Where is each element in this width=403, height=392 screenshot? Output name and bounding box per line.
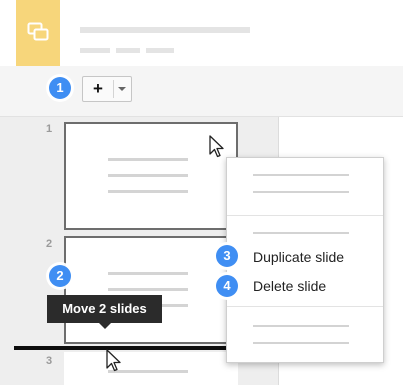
thumbnail-text-line: [108, 174, 188, 177]
menu-placeholder: [146, 48, 174, 53]
slide-number: 3: [46, 355, 53, 367]
button-divider: [113, 80, 114, 98]
thumbnail-text-line: [108, 158, 188, 161]
slide-number: 1: [46, 123, 53, 135]
menu-item-placeholder[interactable]: [253, 342, 349, 344]
menu-divider: [227, 215, 383, 216]
slide-thumbnail-2[interactable]: [64, 236, 238, 344]
new-slide-plus[interactable]: +: [83, 77, 113, 101]
duplicate-slide-item[interactable]: Duplicate slide: [253, 249, 344, 265]
tooltip-arrow: [99, 323, 111, 329]
menu-placeholder: [116, 48, 140, 53]
callout-badge-3: 3: [216, 245, 238, 267]
callout-badge-4: 4: [216, 275, 238, 297]
new-slide-button[interactable]: +: [82, 76, 132, 102]
thumbnail-text-line: [108, 190, 188, 193]
menu-divider: [227, 306, 383, 307]
context-menu: Duplicate slide Delete slide: [226, 157, 384, 363]
menu-item-placeholder[interactable]: [253, 174, 349, 176]
drag-tooltip: Move 2 slides: [47, 295, 162, 323]
menu-item-placeholder[interactable]: [253, 232, 349, 234]
slides-logo[interactable]: [16, 0, 60, 66]
callout-badge-1: 1: [49, 77, 71, 99]
document-title-placeholder: [80, 27, 250, 33]
mouse-pointer-icon: [209, 135, 224, 158]
menu-placeholder: [80, 48, 110, 53]
slide-number: 2: [46, 238, 53, 250]
menu-item-placeholder[interactable]: [253, 325, 349, 327]
callout-badge-2: 2: [49, 265, 71, 287]
thumbnail-text-line: [108, 272, 188, 275]
app-header: [0, 0, 403, 67]
delete-slide-item[interactable]: Delete slide: [253, 278, 326, 294]
menu-item-placeholder[interactable]: [253, 191, 349, 193]
slide-thumbnail-3[interactable]: [64, 352, 238, 392]
slides-icon: [27, 22, 49, 41]
chevron-down-icon[interactable]: [118, 87, 126, 91]
drag-pointer-icon: [106, 349, 121, 372]
thumbnail-text-line: [108, 288, 188, 291]
